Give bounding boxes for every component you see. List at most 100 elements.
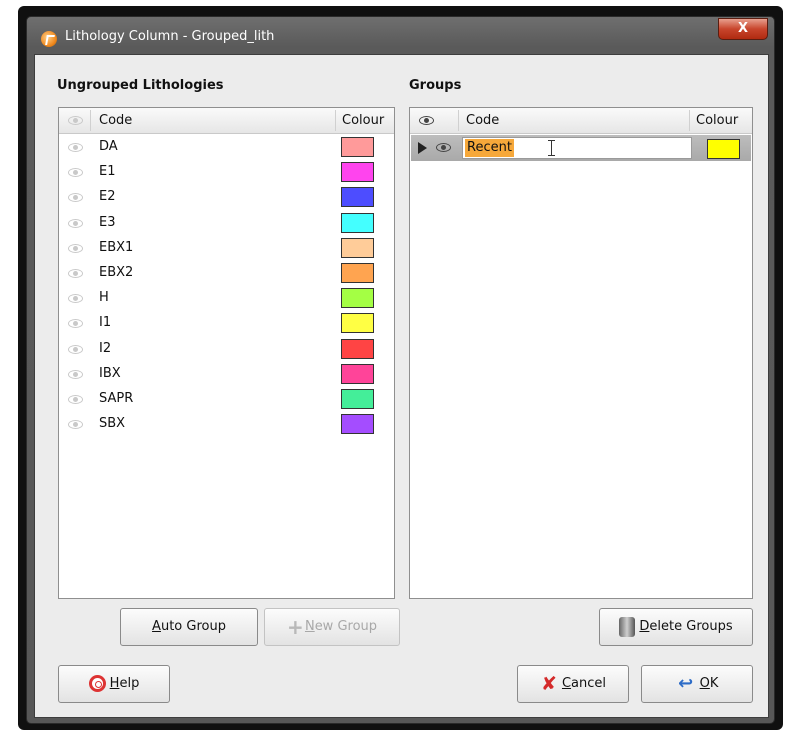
plus-icon: + bbox=[286, 614, 304, 639]
help-button[interactable]: Help bbox=[58, 665, 170, 703]
lithology-code: EBX2 bbox=[99, 265, 134, 280]
dialog-window: Lithology Column - Grouped_lith X Ungrou… bbox=[26, 16, 775, 724]
list-item[interactable]: H bbox=[59, 286, 394, 311]
colour-swatch[interactable] bbox=[341, 414, 374, 435]
ungrouped-list[interactable]: Code Colour DA E1 E2 E3 EBX1 EBX2 H I1 I2 IBX SAPR… bbox=[58, 107, 395, 599]
eye-icon[interactable] bbox=[68, 193, 83, 203]
colour-swatch[interactable] bbox=[341, 237, 374, 258]
eye-icon[interactable] bbox=[68, 294, 83, 304]
colour-swatch[interactable] bbox=[341, 162, 374, 183]
lithology-code: DA bbox=[99, 139, 118, 154]
ok-mnemonic: O bbox=[699, 676, 710, 691]
list-item[interactable]: I2 bbox=[59, 337, 394, 362]
eye-icon[interactable] bbox=[68, 420, 83, 430]
groups-list[interactable]: Code Colour Recent bbox=[409, 107, 753, 599]
group-code-input[interactable]: Recent bbox=[462, 137, 692, 159]
eye-icon[interactable] bbox=[436, 143, 451, 152]
eye-icon[interactable] bbox=[68, 369, 83, 379]
ungrouped-label: Ungrouped Lithologies bbox=[57, 78, 224, 93]
title-bar[interactable]: Lithology Column - Grouped_lith X bbox=[27, 17, 774, 55]
auto-group-label: uto Group bbox=[160, 619, 226, 634]
text-cursor-icon bbox=[548, 140, 555, 156]
new-group-button[interactable]: +New Group bbox=[264, 608, 400, 646]
group-colour-swatch[interactable] bbox=[707, 139, 740, 159]
list-item[interactable]: SAPR bbox=[59, 387, 394, 412]
list-item[interactable]: IBX bbox=[59, 362, 394, 387]
eye-icon[interactable] bbox=[68, 269, 83, 278]
group-code-value: Recent bbox=[465, 139, 514, 157]
app-logo-icon bbox=[41, 31, 57, 47]
ok-label: K bbox=[709, 676, 719, 691]
help-mnemonic: H bbox=[109, 676, 120, 691]
lifebuoy-icon bbox=[88, 675, 106, 692]
header-divider bbox=[90, 110, 91, 131]
auto-group-mnemonic: A bbox=[152, 619, 161, 634]
ungrouped-code-header[interactable]: Code bbox=[99, 108, 132, 133]
eye-icon[interactable] bbox=[419, 116, 434, 125]
eye-icon[interactable] bbox=[68, 116, 83, 125]
ungrouped-colour-header[interactable]: Colour bbox=[342, 108, 384, 133]
eye-icon[interactable] bbox=[68, 218, 83, 228]
list-item[interactable]: E3 bbox=[59, 211, 394, 236]
lithology-code: I2 bbox=[99, 340, 112, 356]
new-group-label: ew Group bbox=[314, 619, 378, 634]
delete-groups-mnemonic: D bbox=[639, 619, 650, 634]
list-item[interactable]: SBX bbox=[59, 412, 394, 437]
lithology-code: SAPR bbox=[99, 391, 134, 406]
help-label: elp bbox=[119, 676, 140, 691]
close-button[interactable]: X bbox=[718, 18, 768, 40]
lithology-code: E3 bbox=[99, 214, 116, 230]
lithology-code: EBX1 bbox=[99, 239, 134, 255]
groups-label: Groups bbox=[409, 78, 462, 93]
trash-icon bbox=[619, 616, 636, 637]
list-item[interactable]: E2 bbox=[59, 185, 394, 210]
lithology-code: E2 bbox=[99, 189, 116, 205]
colour-swatch[interactable] bbox=[341, 263, 374, 283]
cancel-button[interactable]: ✘ Cancel bbox=[517, 665, 629, 703]
lithology-code: I1 bbox=[99, 315, 112, 331]
list-item[interactable]: DA bbox=[59, 135, 394, 160]
ok-button[interactable]: ↩ OK bbox=[641, 665, 753, 703]
new-group-mnemonic: N bbox=[304, 619, 315, 634]
list-item[interactable]: I1 bbox=[59, 311, 394, 336]
list-item[interactable]: E1 bbox=[59, 160, 394, 185]
delete-groups-button[interactable]: Delete Groups bbox=[599, 608, 753, 646]
colour-swatch[interactable] bbox=[341, 137, 374, 157]
groups-colour-header[interactable]: Colour bbox=[696, 108, 738, 133]
lithology-code: SBX bbox=[99, 416, 126, 432]
ungrouped-header: Code Colour bbox=[59, 108, 394, 134]
header-divider bbox=[458, 110, 459, 131]
lithology-code: H bbox=[99, 290, 109, 306]
lithology-code: E1 bbox=[99, 164, 116, 180]
groups-header: Code Colour bbox=[410, 108, 752, 134]
ok-arrow-icon: ↩ bbox=[678, 672, 694, 694]
list-item[interactable]: EBX1 bbox=[59, 236, 394, 261]
eye-icon[interactable] bbox=[68, 344, 83, 354]
window-title: Lithology Column - Grouped_lith bbox=[65, 29, 275, 44]
colour-swatch[interactable] bbox=[341, 338, 374, 359]
list-item[interactable]: EBX2 bbox=[59, 261, 394, 286]
eye-icon[interactable] bbox=[68, 319, 83, 329]
dialog-body: Ungrouped Lithologies Code Colour DA E1 E2… bbox=[34, 54, 769, 718]
header-divider bbox=[335, 110, 336, 131]
eye-icon[interactable] bbox=[68, 395, 83, 404]
eye-icon[interactable] bbox=[68, 168, 83, 178]
colour-swatch[interactable] bbox=[341, 288, 374, 309]
colour-swatch[interactable] bbox=[341, 313, 374, 334]
colour-swatch[interactable] bbox=[341, 212, 374, 233]
cancel-mnemonic: C bbox=[561, 676, 572, 691]
delete-groups-label: elete Groups bbox=[649, 619, 733, 634]
header-divider bbox=[689, 110, 690, 131]
colour-swatch[interactable] bbox=[341, 389, 374, 409]
group-row-selected[interactable]: Recent bbox=[411, 135, 751, 161]
colour-swatch[interactable] bbox=[341, 363, 374, 384]
cancel-x-icon: ✘ bbox=[541, 672, 557, 695]
lithology-code: IBX bbox=[99, 365, 121, 381]
eye-icon[interactable] bbox=[68, 243, 83, 253]
auto-group-button[interactable]: Auto Group bbox=[120, 608, 258, 646]
colour-swatch[interactable] bbox=[341, 187, 374, 208]
eye-icon[interactable] bbox=[68, 143, 83, 152]
cancel-label: ancel bbox=[571, 676, 607, 691]
expand-arrow-icon[interactable] bbox=[418, 142, 427, 154]
groups-code-header[interactable]: Code bbox=[466, 108, 499, 133]
